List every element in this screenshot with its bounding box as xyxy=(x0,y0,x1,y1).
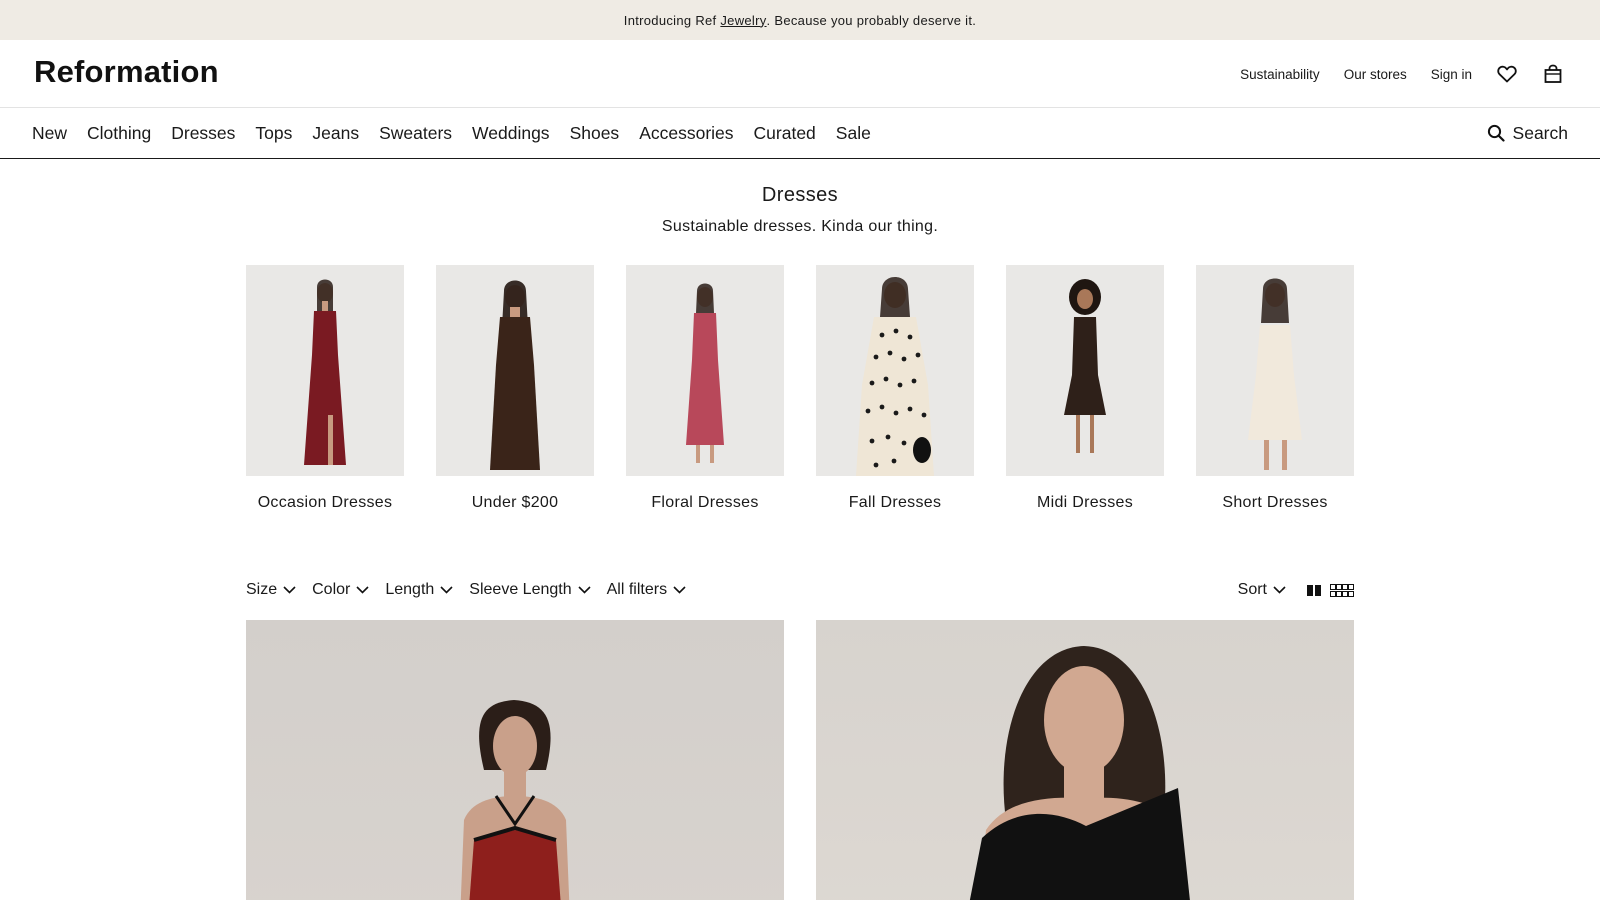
heart-icon[interactable] xyxy=(1496,63,1518,85)
category-label: Fall Dresses xyxy=(848,494,942,511)
two-column-view-icon[interactable] xyxy=(1306,584,1322,597)
filter-all-filters[interactable]: All filters xyxy=(607,581,686,599)
site-header: Reformation Sustainability Our stores Si… xyxy=(0,40,1600,108)
dress-shape xyxy=(304,311,346,465)
nav-item-dresses[interactable]: Dresses xyxy=(171,123,235,144)
product-image xyxy=(969,646,1190,900)
filter-label: Size xyxy=(246,581,278,598)
category-tile-under-200[interactable]: Under $200 xyxy=(436,265,594,512)
promo-jewelry-link[interactable]: Jewelry xyxy=(720,13,766,28)
dress-shape xyxy=(1248,325,1302,440)
category-nav: New Clothing Dresses Tops Jeans Sweaters… xyxy=(0,108,1600,159)
product-card[interactable] xyxy=(816,620,1354,900)
nav-item-sweaters[interactable]: Sweaters xyxy=(379,123,452,144)
filter-sleeve-length[interactable]: Sleeve Length xyxy=(469,581,591,599)
category-image xyxy=(246,265,404,476)
utility-nav: Sustainability Our stores Sign in xyxy=(1240,40,1564,108)
category-image xyxy=(436,265,594,476)
category-label: Occasion Dresses xyxy=(257,494,393,511)
nav-item-sale[interactable]: Sale xyxy=(836,123,871,144)
four-column-view-icon[interactable] xyxy=(1330,583,1354,597)
chevron-down-icon xyxy=(440,586,453,594)
dress-shape xyxy=(686,313,724,445)
product-image xyxy=(460,700,570,900)
sort-label: Sort xyxy=(1237,581,1267,598)
category-tile-occasion[interactable]: Occasion Dresses xyxy=(246,265,404,512)
category-tile-fall[interactable]: Fall Dresses xyxy=(816,265,974,512)
category-tile-floral[interactable]: Floral Dresses xyxy=(626,265,784,512)
filter-size[interactable]: Size xyxy=(246,581,296,599)
nav-item-clothing[interactable]: Clothing xyxy=(87,123,151,144)
sort-bar: Sort xyxy=(1238,578,1354,602)
search-label: Search xyxy=(1512,122,1568,143)
product-grid xyxy=(246,620,1354,900)
nav-item-jeans[interactable]: Jeans xyxy=(312,123,359,144)
dress-shape xyxy=(1064,317,1106,415)
sign-in-link[interactable]: Sign in xyxy=(1431,67,1472,82)
page-title: Dresses xyxy=(761,184,839,206)
category-label: Under $200 xyxy=(471,494,559,511)
filter-length[interactable]: Length xyxy=(385,581,453,599)
category-tile-midi[interactable]: Midi Dresses xyxy=(1006,265,1164,512)
nav-item-accessories[interactable]: Accessories xyxy=(639,123,733,144)
chevron-down-icon xyxy=(356,586,369,594)
category-image xyxy=(1196,265,1354,476)
category-tiles: Occasion Dresses Under $200 Floral Dress… xyxy=(246,265,1354,512)
filter-label: Length xyxy=(385,581,435,598)
logo[interactable]: Reformation xyxy=(34,54,219,90)
nav-item-shoes[interactable]: Shoes xyxy=(570,123,620,144)
nav-item-tops[interactable]: Tops xyxy=(255,123,292,144)
chevron-down-icon xyxy=(283,586,296,594)
category-label: Floral Dresses xyxy=(651,494,759,511)
search-icon xyxy=(1487,124,1505,142)
category-nav-list: New Clothing Dresses Tops Jeans Sweaters… xyxy=(32,108,871,158)
category-image xyxy=(626,265,784,476)
category-image xyxy=(1006,265,1164,476)
chevron-down-icon xyxy=(673,586,686,594)
category-label: Short Dresses xyxy=(1222,494,1328,511)
filter-bar: Size Color Length Sleeve Length All filt… xyxy=(246,578,686,602)
category-tile-short[interactable]: Short Dresses xyxy=(1196,265,1354,512)
filter-label: Color xyxy=(312,581,351,598)
nav-item-new[interactable]: New xyxy=(32,123,67,144)
view-toggle xyxy=(1306,583,1354,597)
search-button[interactable]: Search xyxy=(1487,108,1568,158)
shopping-bag-icon[interactable] xyxy=(1542,63,1564,85)
promo-prefix: Introducing Ref xyxy=(623,12,721,28)
category-label: Midi Dresses xyxy=(1036,494,1134,511)
filter-label: Sleeve Length xyxy=(469,581,572,598)
promo-banner: Introducing Ref Jewelry . Because you pr… xyxy=(0,0,1600,40)
chevron-down-icon xyxy=(1273,586,1286,594)
dress-shape xyxy=(490,317,540,470)
nav-item-weddings[interactable]: Weddings xyxy=(472,123,550,144)
sort-dropdown[interactable]: Sort xyxy=(1238,581,1286,599)
filter-label: All filters xyxy=(606,581,668,598)
page-subtitle: Sustainable dresses. Kinda our thing. xyxy=(661,218,939,235)
filter-color[interactable]: Color xyxy=(312,581,369,599)
nav-item-curated[interactable]: Curated xyxy=(754,123,816,144)
dress-shape xyxy=(469,830,561,900)
our-stores-link[interactable]: Our stores xyxy=(1344,67,1407,82)
chevron-down-icon xyxy=(578,586,591,594)
sustainability-link[interactable]: Sustainability xyxy=(1240,67,1320,82)
promo-suffix: . Because you probably deserve it. xyxy=(766,12,977,28)
product-card[interactable] xyxy=(246,620,784,900)
category-image xyxy=(816,265,974,476)
